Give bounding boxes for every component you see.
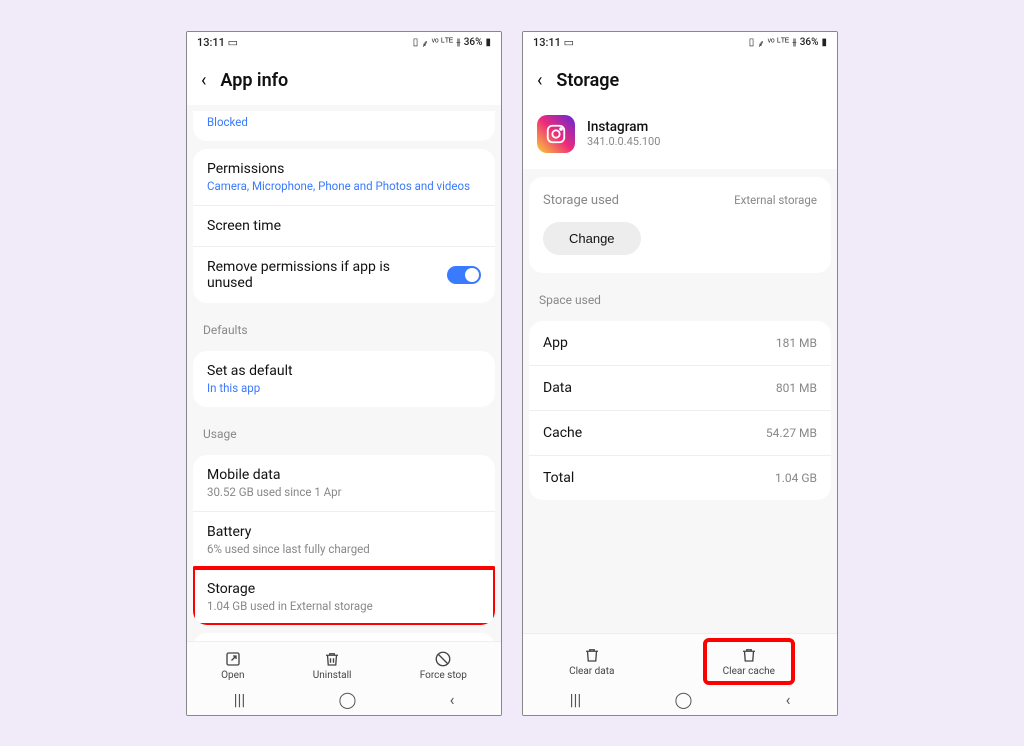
permissions-sub: Camera, Microphone, Phone and Photos and… [207, 179, 481, 193]
header: ‹ Storage [523, 54, 837, 105]
bottom-actions: Open Uninstall Force stop [187, 641, 501, 685]
instagram-icon [537, 115, 575, 153]
remove-permissions-row[interactable]: Remove permissions if app is unused [193, 246, 495, 303]
clear-cache-button[interactable]: Clear cache [707, 642, 791, 681]
status-time: 13:11 [533, 36, 561, 49]
mobile-data-label: Mobile data [207, 467, 481, 483]
clear-data-icon [583, 646, 601, 664]
bottom-actions: Clear data Clear cache [523, 633, 837, 685]
mobile-data-row[interactable]: Mobile data 30.52 GB used since 1 Apr [193, 455, 495, 511]
set-default-sub: In this app [207, 381, 481, 395]
content-scroll[interactable]: Blocked Permissions Camera, Microphone, … [187, 105, 501, 641]
screenshot-icon: ▭ [564, 36, 574, 49]
open-button[interactable]: Open [221, 650, 244, 681]
remove-permissions-label: Remove permissions if app is unused [207, 259, 447, 291]
phone-storage: 13:11 ▭ ▯ ⸙ ᵛᵒ ᴸᵀᴱ ⫵ 36% ▮ ‹ Storage Ins… [522, 31, 838, 716]
wifi-icon: ⸙ [421, 36, 429, 50]
app-name: Instagram [587, 119, 660, 135]
content: Storage used External storage Change Spa… [523, 169, 837, 633]
space-row-cache: Cache 54.27 MB [529, 410, 831, 455]
battery-sub: 6% used since last fully charged [207, 542, 481, 556]
signal-icon: ⫵ [456, 37, 461, 48]
recents-icon[interactable]: ||| [234, 690, 246, 709]
signal-icon: ⫵ [792, 37, 797, 48]
battery-text: 36% [800, 37, 819, 48]
blocked-row[interactable]: Blocked [193, 111, 495, 141]
header: ‹ App info [187, 54, 501, 105]
trash-icon [323, 650, 341, 668]
nav-bar: ||| ◯ ‹ [187, 685, 501, 715]
phone-app-info: 13:11 ▭ ▯ ⸙ ᵛᵒ ᴸᵀᴱ ⫵ 36% ▮ ‹ App info Bl… [186, 31, 502, 716]
screen-time-label: Screen time [207, 218, 481, 234]
storage-type: External storage [734, 193, 817, 207]
set-default-row[interactable]: Set as default In this app [193, 351, 495, 407]
page-title: Storage [556, 70, 619, 91]
battery-icon: ▮ [485, 37, 491, 48]
usage-header: Usage [187, 415, 501, 447]
force-stop-button[interactable]: Force stop [420, 650, 467, 681]
space-row-app: App 181 MB [529, 321, 831, 365]
battery-icon: ▮ [821, 37, 827, 48]
screen-time-row[interactable]: Screen time [193, 205, 495, 246]
set-default-label: Set as default [207, 363, 481, 379]
recents-icon[interactable]: ||| [570, 690, 582, 709]
permissions-label: Permissions [207, 161, 481, 177]
blocked-label: Blocked [207, 115, 481, 129]
battery-icon-small: ▯ [413, 37, 419, 48]
clear-data-button[interactable]: Clear data [569, 646, 614, 677]
wifi-icon: ⸙ [757, 36, 765, 50]
mobile-data-sub: 30.52 GB used since 1 Apr [207, 485, 481, 499]
nav-bar: ||| ◯ ‹ [523, 685, 837, 715]
back-icon[interactable]: ‹ [201, 70, 206, 91]
lte-icon: ᵛᵒ ᴸᵀᴱ [768, 37, 789, 48]
stop-icon [434, 650, 452, 668]
pip-row[interactable]: Picture-in-picture Allowed [193, 633, 495, 641]
screenshot-icon: ▭ [228, 36, 238, 49]
back-nav-icon[interactable]: ‹ [450, 690, 455, 709]
storage-sub: 1.04 GB used in External storage [207, 599, 481, 613]
app-header: Instagram 341.0.0.45.100 [523, 105, 837, 169]
open-icon [224, 650, 242, 668]
battery-row[interactable]: Battery 6% used since last fully charged [193, 511, 495, 568]
uninstall-button[interactable]: Uninstall [313, 650, 352, 681]
status-bar: 13:11 ▭ ▯ ⸙ ᵛᵒ ᴸᵀᴱ ⫵ 36% ▮ [187, 32, 501, 54]
battery-text: 36% [464, 37, 483, 48]
status-bar: 13:11 ▭ ▯ ⸙ ᵛᵒ ᴸᵀᴱ ⫵ 36% ▮ [523, 32, 837, 54]
back-icon[interactable]: ‹ [537, 70, 542, 91]
home-icon[interactable]: ◯ [339, 690, 357, 709]
page-title: App info [220, 70, 288, 91]
space-row-total: Total 1.04 GB [529, 455, 831, 500]
battery-icon-small: ▯ [749, 37, 755, 48]
status-time: 13:11 [197, 36, 225, 49]
storage-label: Storage [207, 581, 481, 597]
storage-row[interactable]: Storage 1.04 GB used in External storage [193, 568, 495, 625]
space-row-data: Data 801 MB [529, 365, 831, 410]
remove-permissions-toggle[interactable] [447, 266, 481, 284]
home-icon[interactable]: ◯ [675, 690, 693, 709]
back-nav-icon[interactable]: ‹ [786, 690, 791, 709]
storage-used-label: Storage used [543, 193, 619, 208]
defaults-header: Defaults [187, 311, 501, 343]
battery-label: Battery [207, 524, 481, 540]
lte-icon: ᵛᵒ ᴸᵀᴱ [432, 37, 453, 48]
permissions-row[interactable]: Permissions Camera, Microphone, Phone an… [193, 149, 495, 205]
app-version: 341.0.0.45.100 [587, 135, 660, 148]
change-button[interactable]: Change [543, 222, 641, 255]
clear-cache-icon [740, 646, 758, 664]
space-used-header: Space used [523, 281, 837, 313]
